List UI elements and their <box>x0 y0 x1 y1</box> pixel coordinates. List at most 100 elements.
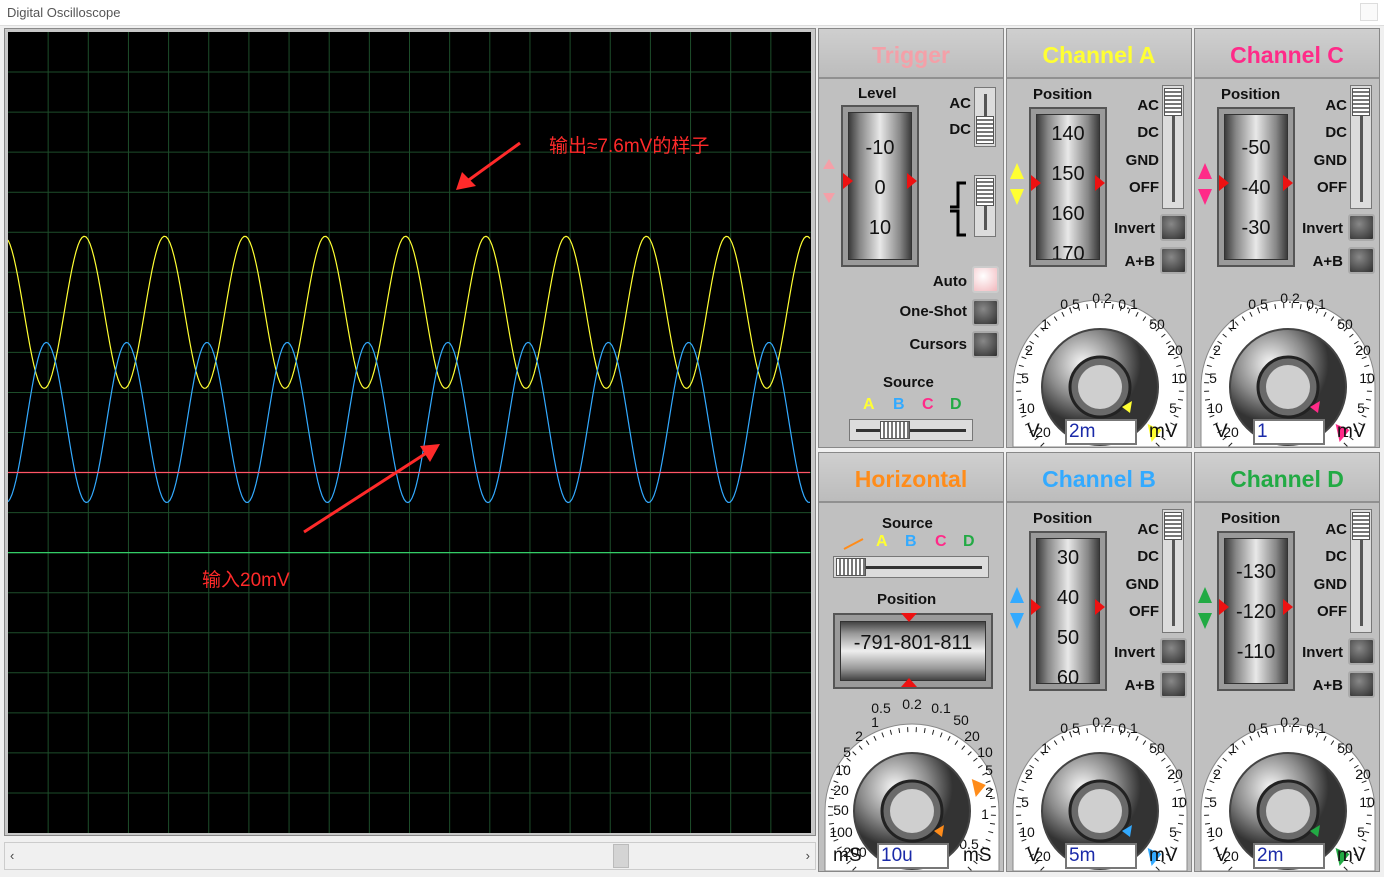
trigger-edge-slider[interactable] <box>974 175 996 237</box>
channel-off-label: OFF <box>1317 603 1347 620</box>
horizontal-source-b[interactable]: B <box>905 533 917 551</box>
dial-label: 0.5 <box>1060 296 1080 312</box>
dial-label: 20 <box>964 728 980 744</box>
channel-drum-value: 30 <box>1056 547 1080 569</box>
trigger-oneshot-button[interactable] <box>972 299 999 326</box>
trigger-auto-label: Auto <box>932 273 967 290</box>
dial-label: 0.1 <box>1118 720 1138 736</box>
channel-marker-icon <box>1095 175 1105 191</box>
channel-up-icon[interactable] <box>1010 163 1024 179</box>
scroll-thumb[interactable] <box>613 844 629 868</box>
horizontal-source-slider[interactable] <box>833 556 989 578</box>
channel-invert-button[interactable] <box>1348 214 1375 241</box>
trigger-dc-label: DC <box>949 121 971 138</box>
scroll-left-icon[interactable]: ‹ <box>10 848 14 863</box>
trigger-source-b[interactable]: B <box>893 396 905 414</box>
dial-label: 2 <box>985 784 993 800</box>
dial-label: 5 <box>1209 794 1217 810</box>
channel-down-icon[interactable] <box>1198 189 1212 205</box>
channel-ac-label: AC <box>1137 97 1159 114</box>
horizontal-header: Horizontal <box>819 453 1003 503</box>
horizontal-panel: Horizontal Source A B C D Position -791-… <box>818 452 1004 872</box>
trigger-cursors-button[interactable] <box>972 331 999 358</box>
dial-label: 50 <box>953 712 969 728</box>
edge-select-icon <box>950 181 966 237</box>
volts-unit-right: mV <box>1337 845 1366 866</box>
horizontal-scrollbar[interactable]: ‹ › <box>4 842 816 870</box>
dial-label: 20 <box>1355 342 1371 358</box>
close-button[interactable] <box>1360 3 1378 21</box>
timebase-field[interactable]: 10u <box>877 843 949 869</box>
channel-drum-value: 140 <box>1051 123 1085 145</box>
volts-field[interactable]: 2m <box>1065 419 1137 445</box>
horizontal-source-d[interactable]: D <box>963 533 975 551</box>
dial-label: 10 <box>1019 824 1035 840</box>
horizontal-source-c[interactable]: C <box>935 533 947 551</box>
channel-up-icon[interactable] <box>1198 163 1212 179</box>
channel-down-icon[interactable] <box>1010 189 1024 205</box>
trigger-auto-button[interactable] <box>972 266 999 293</box>
trigger-level-markers <box>823 159 917 203</box>
trigger-source-c[interactable]: C <box>922 396 934 414</box>
dial-label: 50 <box>1149 316 1165 332</box>
channel-up-icon[interactable] <box>1198 587 1212 603</box>
channel-down-icon[interactable] <box>1198 613 1212 629</box>
dial-label: 2 <box>1025 342 1033 358</box>
channel-coupling-slider[interactable] <box>1162 509 1184 633</box>
dial-label: 2 <box>1025 766 1033 782</box>
channel-invert-button[interactable] <box>1348 638 1375 665</box>
channel-header: Channel C <box>1195 29 1379 79</box>
dial-label: 0.2 <box>1092 290 1112 306</box>
trigger-oneshot-label: One-Shot <box>899 303 968 320</box>
annotation-output: 输出≈7.6mV的样子 <box>549 136 710 157</box>
dial-label: 10 <box>1171 794 1187 810</box>
channel-coupling-slider[interactable] <box>1162 85 1184 209</box>
dial-label: 0.2 <box>902 696 922 712</box>
horizontal-source-a[interactable]: A <box>876 533 888 551</box>
dial-label: 10 <box>977 744 993 760</box>
channel-invert-button[interactable] <box>1160 214 1187 241</box>
dial-label: 20 <box>1167 766 1183 782</box>
trigger-drum-value: 10 <box>868 217 892 239</box>
channel-marker-icon <box>1219 599 1229 615</box>
channel-marker-icon <box>1219 175 1229 191</box>
volts-field[interactable]: 1 <box>1253 419 1325 445</box>
channel-position-label: Position <box>1033 510 1093 527</box>
channel-coupling-slider[interactable] <box>1350 509 1372 633</box>
trigger-drum-value: -10 <box>865 137 895 159</box>
arrow-output-head <box>456 172 476 190</box>
dial-knob-center <box>1266 365 1310 409</box>
scroll-right-icon[interactable]: › <box>806 848 810 863</box>
trigger-down-icon[interactable] <box>823 193 835 203</box>
ramp-icon <box>843 538 864 550</box>
channel-coupling-slider[interactable] <box>1350 85 1372 209</box>
dial-label: 50 <box>1149 740 1165 756</box>
dial-label: 10 <box>1359 370 1375 386</box>
timebase-unit-left: mS <box>833 845 862 866</box>
position-marker-icon <box>901 613 917 622</box>
horizontal-position-label: Position <box>877 591 937 608</box>
trigger-level-label: Level <box>858 85 897 102</box>
channel-up-icon[interactable] <box>1010 587 1024 603</box>
trigger-source-slider[interactable] <box>849 419 973 441</box>
trigger-coupling-slider[interactable] <box>974 87 996 147</box>
dial-label: 10 <box>1171 370 1187 386</box>
channel-title: Channel D <box>1230 466 1344 492</box>
dial-label: 10 <box>1207 824 1223 840</box>
dial-label: 0.2 <box>1280 290 1300 306</box>
dial-label: 0.1 <box>1306 296 1326 312</box>
channel-b-panel: Channel B Position 30 40 50 60 AC DC GND OF… <box>1006 452 1192 872</box>
channel-header: Channel D <box>1195 453 1379 503</box>
channel-invert-button[interactable] <box>1160 638 1187 665</box>
trigger-up-icon[interactable] <box>823 159 835 169</box>
trigger-source-a[interactable]: A <box>863 396 875 414</box>
dial-label: 5 <box>843 744 851 760</box>
horizontal-position-markers <box>901 613 917 687</box>
dial-label: 20 <box>1167 342 1183 358</box>
volts-field[interactable]: 2m <box>1253 843 1325 869</box>
trigger-source-d[interactable]: D <box>950 396 962 414</box>
dial-label: 0.1 <box>1118 296 1138 312</box>
channel-down-icon[interactable] <box>1010 613 1024 629</box>
volts-field[interactable]: 5m <box>1065 843 1137 869</box>
dial-label: 5 <box>1169 824 1177 840</box>
